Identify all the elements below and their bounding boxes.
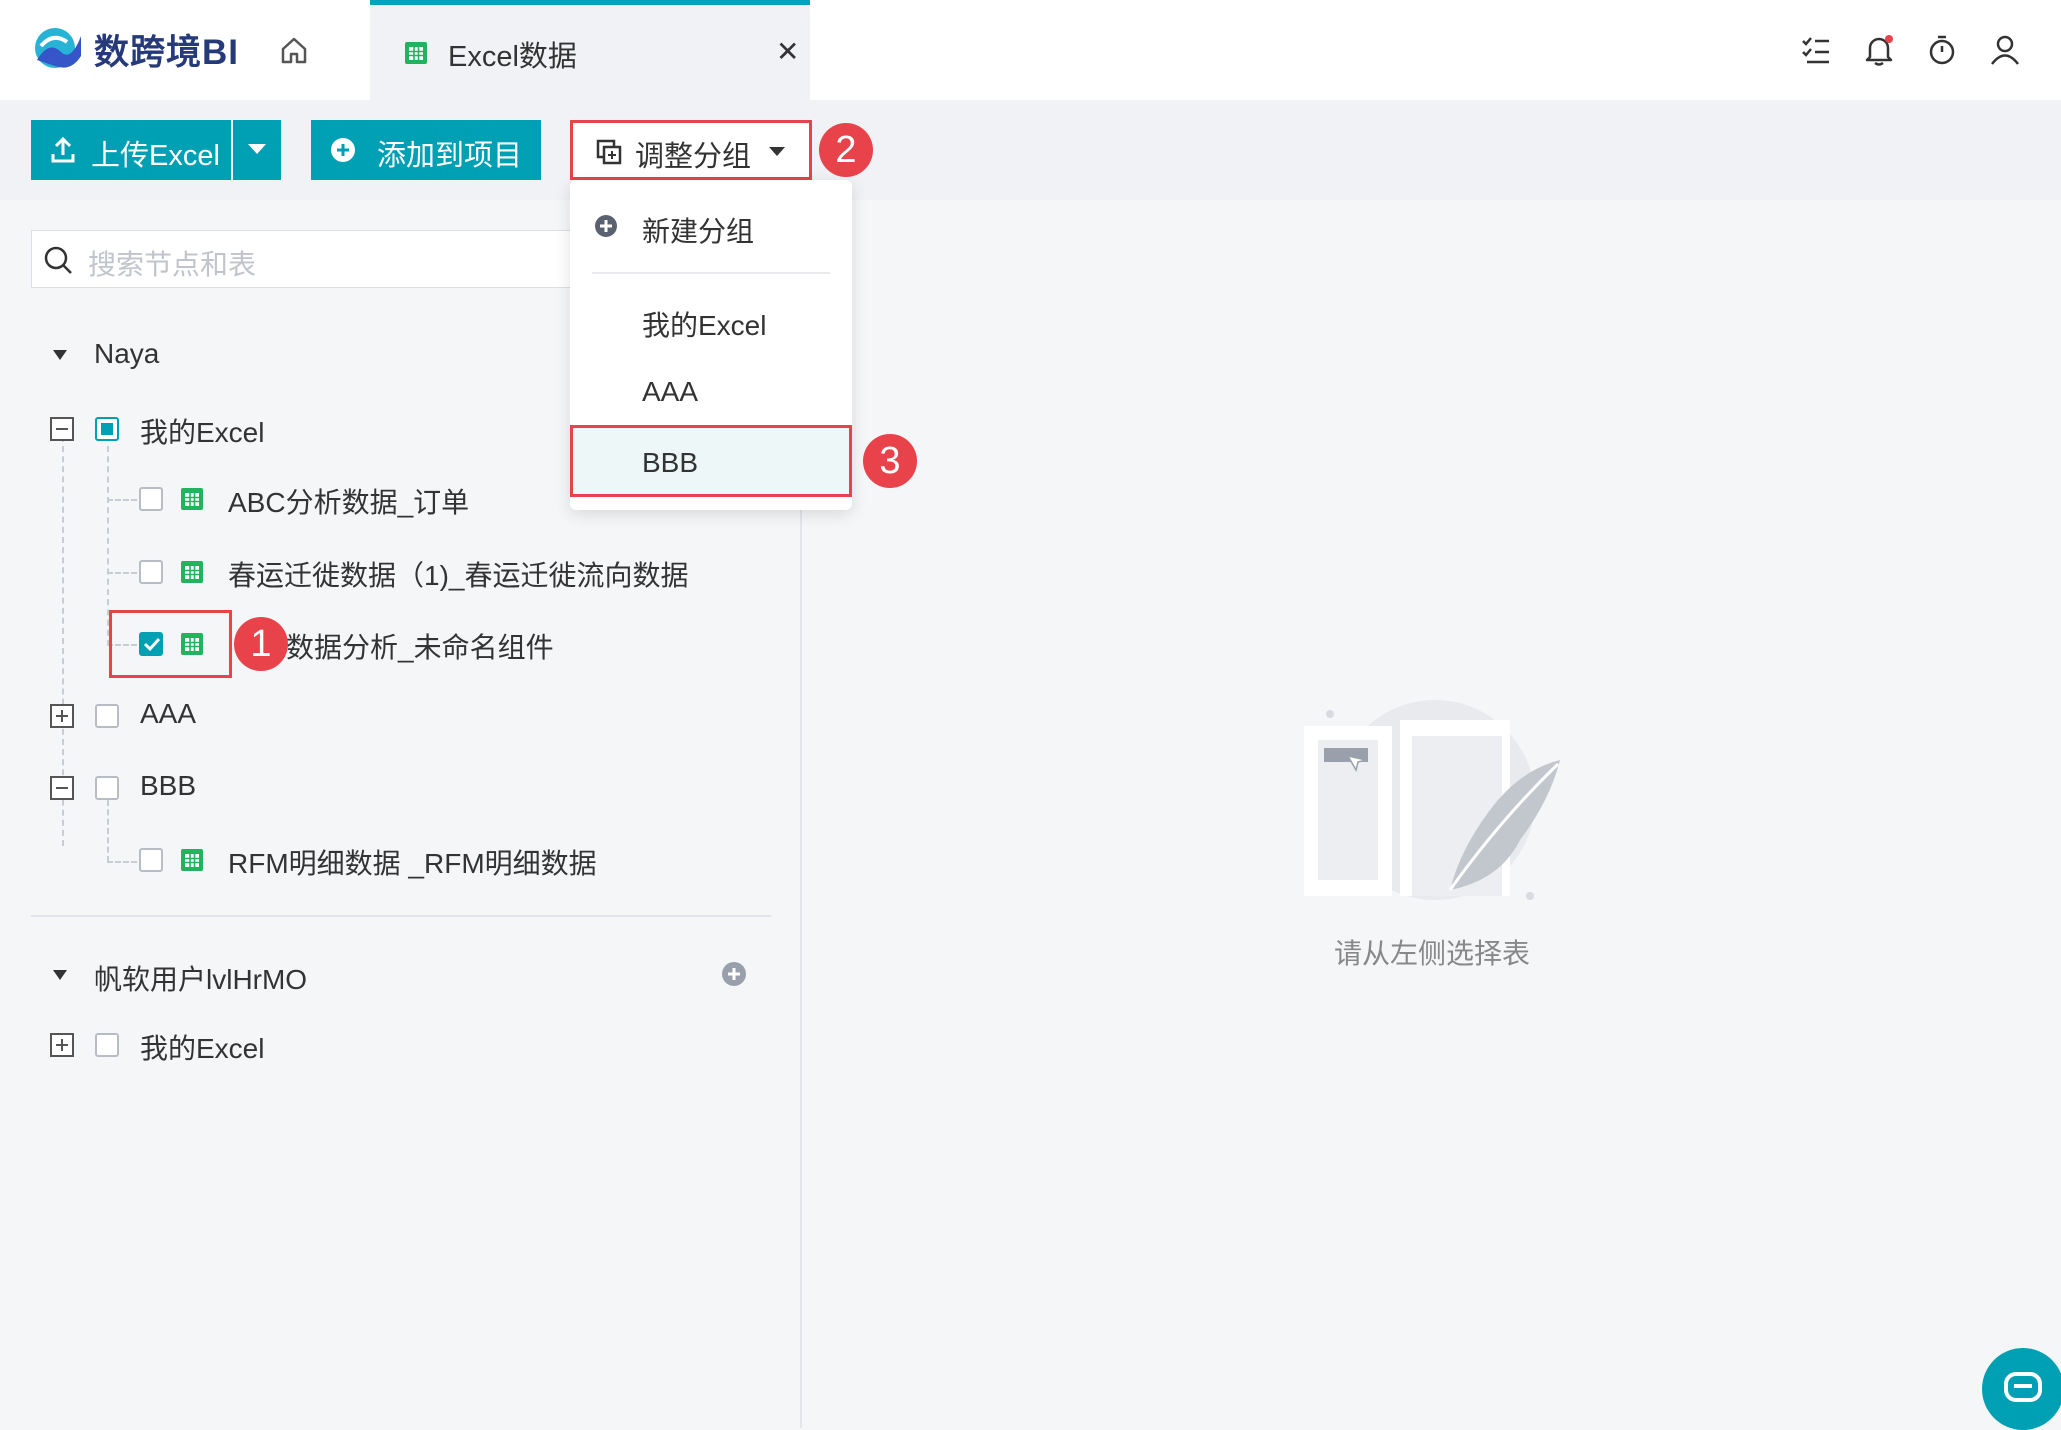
owner-fanruan-user[interactable]: 帆软用户lvlHrMO	[94, 958, 307, 998]
plus-circle-icon	[595, 215, 617, 237]
empty-state-illustration	[1304, 700, 1560, 900]
collapse-toggle[interactable]	[50, 776, 74, 800]
group-bbb[interactable]: BBB	[140, 770, 196, 802]
chat-icon	[2004, 1372, 2042, 1402]
empty-state-text: 请从左侧选择表	[1334, 938, 1531, 969]
toolbar: 上传Excel 添加到项目 调整分组 2	[0, 100, 2061, 200]
collapse-caret-icon[interactable]	[52, 349, 68, 361]
table-item-abc[interactable]: ABC分析数据_订单	[228, 481, 469, 521]
menu-item-label: BBB	[642, 447, 699, 478]
checkbox[interactable]	[95, 704, 119, 728]
excel-icon	[181, 488, 203, 510]
menu-item-label: 我的Excel	[642, 310, 767, 341]
add-to-project-label: 添加到项目	[377, 140, 523, 172]
excel-icon	[181, 849, 203, 871]
add-to-project-button[interactable]: 添加到项目	[311, 120, 541, 180]
caret-down-icon	[769, 147, 785, 156]
upload-excel-button[interactable]: 上传Excel	[31, 120, 231, 180]
menu-item-bbb[interactable]: BBB	[570, 425, 852, 497]
logo-icon	[35, 28, 81, 68]
divider	[31, 915, 771, 917]
home-icon[interactable]	[278, 34, 310, 66]
upload-label: 上传Excel	[91, 140, 220, 172]
table-item-spring-migration[interactable]: 春运迁徙数据（1)_春运迁徙流向数据	[228, 554, 688, 594]
table-item-rfm[interactable]: RFM明细数据 _RFM明细数据	[228, 842, 597, 882]
user-icon[interactable]	[1988, 33, 2022, 67]
timer-icon[interactable]	[1925, 33, 1959, 67]
upload-icon	[51, 136, 75, 163]
group-my-excel-2[interactable]: 我的Excel	[140, 1027, 264, 1067]
add-group-icon[interactable]	[721, 961, 747, 987]
tab-close-icon[interactable]: ✕	[776, 35, 799, 68]
search-input[interactable]: 搜索节点和表	[31, 230, 591, 288]
step-marker-2: 2	[819, 123, 873, 177]
copy-icon	[596, 139, 622, 165]
menu-item-my-excel[interactable]: 我的Excel	[570, 290, 852, 350]
tab-excel-data[interactable]: Excel数据 ✕	[370, 0, 810, 100]
checkbox[interactable]	[139, 487, 163, 511]
menu-item-label: AAA	[642, 376, 699, 407]
checkbox[interactable]	[139, 848, 163, 872]
bell-icon[interactable]	[1862, 33, 1896, 67]
menu-item-label: 新建分组	[642, 216, 755, 247]
group-my-excel[interactable]: 我的Excel	[140, 411, 264, 451]
adjust-group-button[interactable]: 调整分组	[570, 120, 812, 180]
expand-toggle[interactable]	[50, 704, 74, 728]
task-list-icon[interactable]	[1799, 33, 1833, 67]
plus-circle-icon	[331, 138, 355, 162]
expand-toggle[interactable]	[50, 1033, 74, 1057]
upload-dropdown-button[interactable]	[233, 120, 281, 180]
group-aaa[interactable]: AAA	[140, 698, 196, 730]
excel-icon	[405, 42, 427, 64]
menu-item-aaa[interactable]: AAA	[570, 362, 852, 422]
table-item-data-analysis[interactable]: 数据分析_未命名组件	[286, 626, 554, 666]
top-bar: 数跨境BI Excel数据 ✕	[0, 0, 2061, 100]
step-marker-1: 1	[234, 617, 288, 671]
menu-separator	[592, 272, 830, 274]
checkbox[interactable]	[95, 1033, 119, 1057]
adjust-group-label: 调整分组	[635, 141, 752, 173]
logo-text: 数跨境BI	[94, 33, 240, 72]
menu-item-new-group[interactable]: 新建分组	[570, 196, 852, 256]
highlight-box-1	[109, 610, 232, 678]
support-chat-button[interactable]	[1982, 1348, 2061, 1430]
checkbox[interactable]	[95, 776, 119, 800]
excel-icon	[181, 561, 203, 583]
search-placeholder: 搜索节点和表	[88, 249, 257, 280]
collapse-caret-icon[interactable]	[52, 969, 68, 981]
checkbox-partial[interactable]	[95, 417, 119, 441]
owner-naya[interactable]: Naya	[94, 338, 159, 370]
search-icon	[44, 246, 72, 274]
checkbox[interactable]	[139, 560, 163, 584]
caret-down-icon	[248, 144, 266, 154]
tab-label: Excel数据	[448, 41, 577, 73]
step-marker-3: 3	[863, 434, 917, 488]
collapse-toggle[interactable]	[50, 417, 74, 441]
